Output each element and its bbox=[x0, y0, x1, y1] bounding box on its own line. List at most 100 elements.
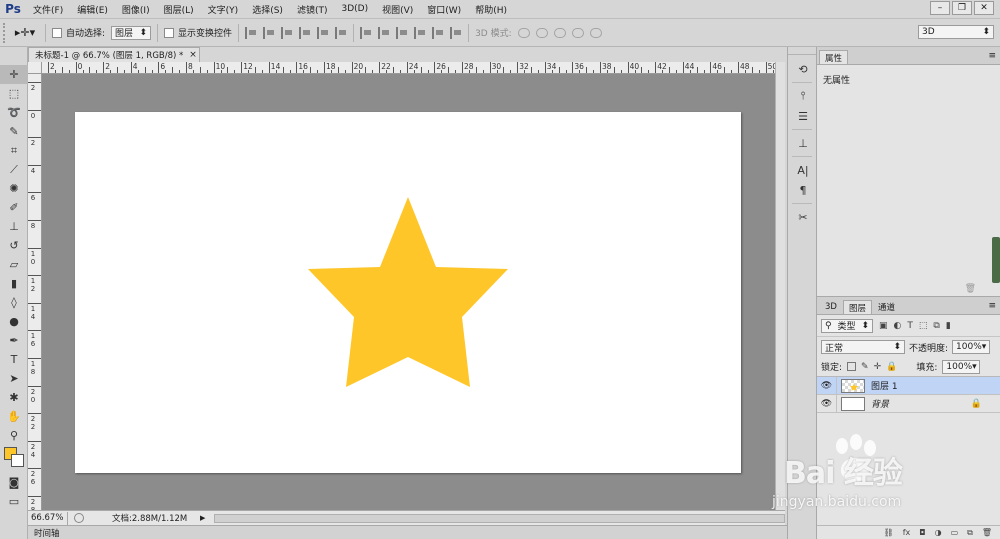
filter-smartobject-icon[interactable]: ⧉ bbox=[933, 321, 939, 331]
filter-adjustment-icon[interactable]: ◐ bbox=[894, 321, 902, 331]
distribute-top-icon[interactable] bbox=[360, 26, 372, 39]
quick-select-tool-icon[interactable]: ✎ bbox=[0, 122, 28, 141]
lock-pixels-icon[interactable]: ✎ bbox=[861, 362, 869, 372]
visibility-eye-icon[interactable]: 👁 bbox=[817, 376, 837, 395]
distribute-right-icon[interactable] bbox=[450, 26, 462, 39]
align-left-icon[interactable] bbox=[299, 26, 311, 39]
filter-shape-icon[interactable]: ⬚ bbox=[919, 321, 928, 331]
clone-source-icon[interactable]: ⊥ bbox=[788, 133, 818, 153]
3d-orbit-icon[interactable] bbox=[517, 27, 530, 38]
new-layer-icon[interactable]: ⧉ bbox=[967, 528, 973, 538]
pen-tool-icon[interactable]: ✒ bbox=[0, 331, 28, 350]
distribute-vcenter-icon[interactable] bbox=[378, 26, 390, 39]
group-icon[interactable]: ▭ bbox=[951, 528, 959, 537]
filter-pixel-icon[interactable]: ▣ bbox=[879, 321, 888, 331]
shape-tool-icon[interactable]: ✱ bbox=[0, 388, 28, 407]
dodge-tool-icon[interactable]: ● bbox=[0, 312, 28, 331]
menu-edit[interactable]: 编辑(E) bbox=[70, 3, 115, 16]
filter-toggle-icon[interactable]: ▮ bbox=[946, 321, 951, 331]
canvas-pasteboard[interactable] bbox=[42, 74, 775, 510]
tool-presets-icon[interactable]: ✂ bbox=[788, 207, 818, 227]
blur-tool-icon[interactable]: ◊ bbox=[0, 293, 28, 312]
auto-select-dropdown[interactable]: 图层 ⬍ bbox=[111, 25, 152, 40]
timeline-panel-tab[interactable]: 时间轴 bbox=[28, 525, 788, 539]
character-panel-icon[interactable]: A| bbox=[788, 160, 818, 180]
align-bottom-icon[interactable] bbox=[281, 26, 293, 39]
opacity-field[interactable]: 100% ▾ bbox=[952, 340, 991, 354]
quick-mask-icon[interactable]: ◙ bbox=[0, 473, 28, 492]
close-icon[interactable]: ✕ bbox=[974, 1, 994, 15]
menu-3d[interactable]: 3D(D) bbox=[334, 4, 375, 14]
background-color-swatch[interactable] bbox=[11, 454, 24, 467]
path-select-icon[interactable]: ➤ bbox=[0, 369, 28, 388]
menu-type[interactable]: 文字(Y) bbox=[201, 3, 246, 16]
auto-select-checkbox[interactable]: 自动选择: bbox=[52, 26, 105, 39]
tab-channels[interactable]: 通道 bbox=[872, 300, 901, 314]
tab-layers[interactable]: 图层 bbox=[842, 300, 872, 314]
lasso-tool-icon[interactable]: ➰ bbox=[0, 103, 28, 122]
align-hcenter-icon[interactable] bbox=[317, 26, 329, 39]
menu-view[interactable]: 视图(V) bbox=[375, 3, 420, 16]
fill-field[interactable]: 100% ▾ bbox=[942, 359, 981, 374]
restore-icon[interactable]: ❐ bbox=[952, 1, 972, 15]
strip-grip[interactable] bbox=[788, 47, 816, 55]
align-top-icon[interactable] bbox=[245, 26, 257, 39]
menu-select[interactable]: 选择(S) bbox=[245, 3, 290, 16]
3d-pan-icon[interactable] bbox=[553, 27, 566, 38]
show-transform-checkbox[interactable]: 显示变换控件 bbox=[164, 26, 232, 39]
distribute-hcenter-icon[interactable] bbox=[432, 26, 444, 39]
lock-transparent-icon[interactable] bbox=[847, 362, 857, 371]
ruler-corner[interactable] bbox=[28, 62, 42, 74]
options-grip[interactable] bbox=[3, 22, 11, 43]
eyedropper-tool-icon[interactable]: ⟋ bbox=[0, 160, 28, 179]
lock-all-icon[interactable]: 🔒 bbox=[886, 362, 897, 372]
checkbox-box[interactable] bbox=[52, 27, 62, 38]
distribute-left-icon[interactable] bbox=[414, 26, 426, 39]
tab-properties[interactable]: 属性 bbox=[819, 50, 849, 64]
workspace-dropdown[interactable]: 3D ⬍ bbox=[918, 25, 994, 39]
gradient-tool-icon[interactable]: ▮ bbox=[0, 274, 28, 293]
crop-tool-icon[interactable]: ⌗ bbox=[0, 141, 28, 160]
move-tool-preset-icon[interactable]: ▸✛▾ bbox=[11, 23, 39, 43]
align-right-icon[interactable] bbox=[335, 26, 347, 39]
filter-type-icon[interactable]: T bbox=[907, 321, 913, 331]
layer-name[interactable]: 背景 bbox=[871, 397, 889, 410]
menu-window[interactable]: 窗口(W) bbox=[420, 3, 468, 16]
close-tab-icon[interactable]: × bbox=[189, 50, 197, 60]
status-info-icon[interactable] bbox=[74, 513, 84, 523]
menu-filter[interactable]: 滤镜(T) bbox=[290, 3, 335, 16]
move-tool-icon[interactable]: ✛ bbox=[0, 65, 28, 84]
menu-image[interactable]: 图像(I) bbox=[115, 3, 157, 16]
type-tool-icon[interactable]: T bbox=[0, 350, 28, 369]
hand-tool-icon[interactable]: ✋ bbox=[0, 407, 28, 426]
paragraph-panel-icon[interactable]: ¶ bbox=[788, 180, 818, 200]
3d-scale-icon[interactable] bbox=[589, 27, 602, 38]
trash-icon[interactable]: 🗑 bbox=[982, 528, 992, 537]
align-vcenter-icon[interactable] bbox=[263, 26, 275, 39]
mask-icon[interactable]: ◘ bbox=[919, 528, 925, 537]
minimize-icon[interactable]: – bbox=[930, 1, 950, 15]
menu-file[interactable]: 文件(F) bbox=[26, 3, 70, 16]
3d-roll-icon[interactable] bbox=[535, 27, 548, 38]
panel-menu-icon[interactable]: ≡ bbox=[988, 51, 996, 61]
link-icon[interactable]: ⛓ bbox=[884, 528, 894, 537]
history-brush-icon[interactable]: ↺ bbox=[0, 236, 28, 255]
layer-name[interactable]: 图层 1 bbox=[871, 379, 898, 392]
visibility-eye-icon[interactable]: 👁 bbox=[817, 394, 837, 413]
fx-icon[interactable]: fx bbox=[903, 528, 911, 537]
panel-menu-icon[interactable]: ≡ bbox=[988, 301, 996, 311]
brush-presets-icon[interactable]: ⫯ bbox=[788, 86, 818, 106]
marquee-tool-icon[interactable]: ⬚ bbox=[0, 84, 28, 103]
menu-layer[interactable]: 图层(L) bbox=[157, 3, 201, 16]
document-canvas[interactable] bbox=[75, 112, 741, 473]
3d-slide-icon[interactable] bbox=[571, 27, 584, 38]
vertical-ruler[interactable]: 20246810121416182022242628 bbox=[28, 74, 42, 510]
trash-icon[interactable]: 🗑 bbox=[965, 284, 976, 294]
star-shape[interactable] bbox=[308, 197, 508, 389]
menu-help[interactable]: 帮助(H) bbox=[468, 3, 514, 16]
lock-position-icon[interactable]: ✛ bbox=[874, 362, 882, 372]
tab-3d[interactable]: 3D bbox=[819, 300, 843, 314]
distribute-bottom-icon[interactable] bbox=[396, 26, 408, 39]
zoom-tool-icon[interactable]: ⚲ bbox=[0, 426, 28, 445]
eraser-tool-icon[interactable]: ▱ bbox=[0, 255, 28, 274]
